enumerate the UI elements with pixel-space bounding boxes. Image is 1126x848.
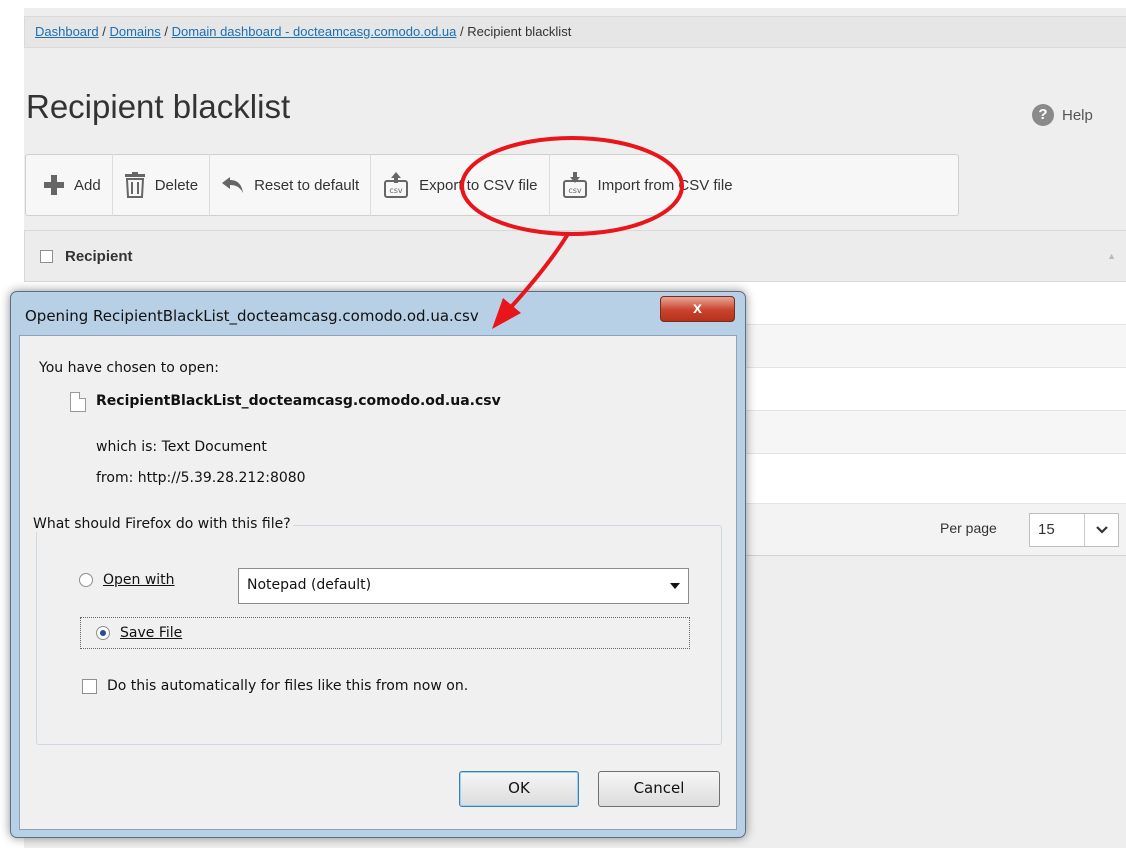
sort-arrow-icon: ▲ — [1107, 251, 1116, 261]
open-with-radio[interactable] — [79, 573, 93, 587]
plus-icon — [44, 175, 64, 195]
add-button[interactable]: Add — [32, 154, 113, 216]
add-label: Add — [74, 176, 101, 194]
auto-label: Do this automatically for files like thi… — [107, 678, 469, 694]
select-all-checkbox[interactable] — [40, 249, 53, 263]
download-dialog: Opening RecipientBlackList_docteamcasg.c… — [10, 291, 746, 838]
open-with-label: Open with — [103, 572, 175, 588]
open-with-select[interactable]: Notepad (default) — [238, 568, 689, 604]
save-file-label: Save File — [120, 625, 183, 641]
page-title: Recipient blacklist — [26, 88, 291, 125]
from-label: from: — [96, 470, 134, 486]
import-label: Import from CSV file — [597, 176, 733, 194]
which-label: which is: — [96, 439, 158, 455]
breadcrumb-domain-dashboard[interactable]: Domain dashboard - docteamcasg.comodo.od… — [172, 24, 457, 39]
open-with-option[interactable]: Open with — [79, 572, 175, 588]
save-file-radio[interactable] — [96, 626, 110, 640]
grid-header: Recipient ▲ — [24, 230, 1126, 282]
chevron-down-icon — [1084, 514, 1118, 546]
file-type-line: which is: Text Document — [96, 439, 267, 455]
breadcrumb-separator: / — [164, 24, 169, 39]
breadcrumb-current: Recipient blacklist — [467, 24, 572, 39]
delete-button[interactable]: Delete — [113, 154, 211, 216]
cancel-button[interactable]: Cancel — [598, 771, 720, 807]
toolbar: Add Delete Reset to default csv Export t… — [25, 154, 959, 216]
chosen-text: You have chosen to open: — [39, 360, 219, 376]
reset-to-default-button[interactable]: Reset to default — [210, 154, 372, 216]
which-value: Text Document — [161, 439, 267, 455]
export-label: Export to CSV file — [419, 176, 538, 194]
document-icon — [70, 392, 86, 412]
breadcrumb: Dashboard / Domains / Domain dashboard -… — [24, 16, 1126, 48]
per-page-label: Per page — [940, 520, 997, 536]
svg-text:csv: csv — [389, 186, 403, 195]
auto-option[interactable]: Do this automatically for files like thi… — [82, 678, 468, 694]
from-value: http://5.39.28.212:8080 — [137, 470, 306, 486]
breadcrumb-dashboard[interactable]: Dashboard — [35, 24, 99, 39]
undo-arrow-icon — [222, 177, 244, 193]
export-csv-button[interactable]: csv Export to CSV file — [371, 154, 550, 216]
auto-checkbox[interactable] — [82, 678, 97, 694]
dialog-body: You have chosen to open: RecipientBlackL… — [19, 335, 737, 830]
save-file-option[interactable]: Save File — [80, 617, 690, 649]
trash-icon — [124, 172, 145, 198]
delete-label: Delete — [154, 176, 199, 194]
file-name: RecipientBlackList_docteamcasg.comodo.od… — [96, 393, 501, 409]
help-label: Help — [1062, 106, 1093, 124]
breadcrumb-domains[interactable]: Domains — [109, 24, 160, 39]
csv-import-icon: csv — [562, 172, 587, 198]
import-csv-button[interactable]: csv Import from CSV file — [550, 154, 744, 216]
help-link[interactable]: ? Help — [1032, 104, 1093, 126]
open-with-value: Notepad (default) — [247, 577, 372, 593]
help-icon: ? — [1032, 104, 1054, 126]
per-page-select[interactable]: 15 — [1029, 513, 1119, 547]
dialog-title: Opening RecipientBlackList_docteamcasg.c… — [25, 307, 479, 325]
breadcrumb-separator: / — [102, 24, 106, 39]
action-question: What should Firefox do with this file? — [31, 516, 293, 532]
reset-label: Reset to default — [254, 176, 360, 194]
svg-text:csv: csv — [568, 186, 582, 195]
file-source-line: from: http://5.39.28.212:8080 — [96, 470, 306, 486]
csv-export-icon: csv — [384, 172, 409, 198]
per-page-value: 15 — [1038, 521, 1055, 538]
dropdown-arrow-icon — [670, 583, 680, 589]
recipient-column-header[interactable]: Recipient — [65, 248, 133, 265]
ok-button[interactable]: OK — [459, 771, 579, 807]
close-button[interactable]: x — [660, 296, 735, 322]
breadcrumb-separator: / — [460, 24, 464, 39]
